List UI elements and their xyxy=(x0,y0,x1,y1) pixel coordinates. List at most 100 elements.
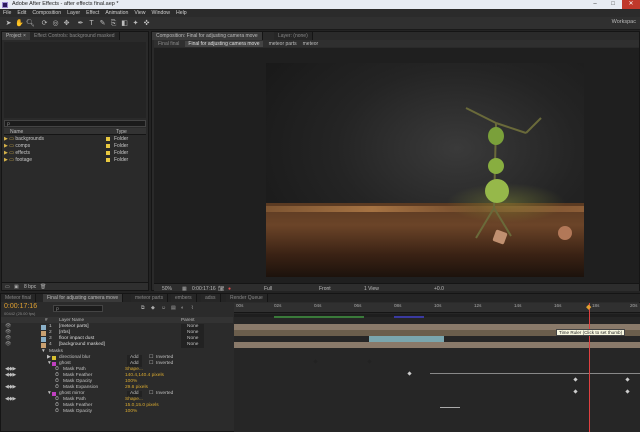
project-item-name: footage xyxy=(15,157,33,163)
exposure-value[interactable]: +0.0 xyxy=(434,286,444,292)
tab-composition[interactable]: Composition: Final for adjusting camera … xyxy=(152,32,263,40)
zoom-tool-icon[interactable]: 🔍︎ xyxy=(26,19,35,28)
timeline-timecode[interactable]: 0:00:17:16 xyxy=(4,303,37,310)
layer-bar[interactable] xyxy=(234,342,640,348)
new-comp-icon[interactable]: ▣ xyxy=(14,284,19,290)
timeline-graph-area[interactable]: 00s 02s 04s 06s 08s 10s 12s 14s 16s 18s … xyxy=(234,303,640,432)
color-channel-icon[interactable]: ● xyxy=(228,286,231,292)
workspace-selector[interactable]: Workspac xyxy=(612,19,636,25)
menu-edit[interactable]: Edit xyxy=(17,10,26,16)
timeline-search-input[interactable]: ρ xyxy=(53,305,103,312)
tab-project[interactable]: Project × xyxy=(2,32,31,40)
maximize-button[interactable]: □ xyxy=(604,0,622,9)
playhead-handle-icon[interactable]: ◆ xyxy=(586,303,591,311)
zoom-dropdown[interactable]: 50% xyxy=(162,286,172,292)
tab-meteor-final[interactable]: Meteor final xyxy=(1,294,37,302)
composition-panel: Composition: Final for adjusting camera … xyxy=(151,31,640,292)
label-color[interactable] xyxy=(41,330,46,336)
tab-effect-controls[interactable]: Effect Controls: background masked xyxy=(30,32,120,40)
tab-layer[interactable]: Layer: (none) xyxy=(274,32,313,40)
minimize-button[interactable]: – xyxy=(586,0,604,9)
draft-3d-icon[interactable]: ◆ xyxy=(151,305,155,311)
visibility-icon[interactable]: 👁︎ xyxy=(5,342,11,348)
layer-row[interactable]: 👁︎ 4 [background masked] None xyxy=(1,342,233,348)
frame-icon[interactable]: ▦ xyxy=(182,286,187,292)
breadcrumb-item[interactable]: Final for adjusting camera move xyxy=(185,40,263,47)
composition-viewer[interactable] xyxy=(154,48,639,283)
parent-dropdown[interactable]: None xyxy=(181,342,205,348)
project-item[interactable]: ▶ ▭ footage Folder xyxy=(4,157,146,163)
pan-behind-tool-icon[interactable]: ✥ xyxy=(62,19,71,28)
keyframe[interactable] xyxy=(625,389,630,394)
column-parent[interactable]: Parent xyxy=(181,317,195,323)
mask-color[interactable] xyxy=(52,356,56,360)
tab-final-for-adjusting[interactable]: Final for adjusting camera move xyxy=(43,294,124,302)
layer-name[interactable]: [background masked] xyxy=(59,342,105,348)
ruler-tick: 10s xyxy=(434,303,442,308)
resolution-dropdown[interactable]: Full xyxy=(264,286,272,292)
menu-composition[interactable]: Composition xyxy=(32,10,61,16)
project-item[interactable]: ▶ ▭ backgrounds Folder xyxy=(4,136,146,142)
close-button[interactable]: ✕ xyxy=(622,0,640,9)
puppet-tool-icon[interactable]: ✜ xyxy=(142,19,151,28)
selection-tool-icon[interactable]: ➤ xyxy=(4,19,13,28)
pen-tool-icon[interactable]: ✒ xyxy=(76,19,85,28)
column-name[interactable]: Name xyxy=(10,129,23,135)
breadcrumb-item[interactable]: Final final xyxy=(158,41,179,47)
playhead[interactable] xyxy=(589,303,590,432)
snapshot-icon[interactable]: 📷︎ xyxy=(218,286,224,292)
label-color[interactable] xyxy=(41,324,46,330)
mask-color[interactable] xyxy=(52,362,56,366)
label-color[interactable] xyxy=(41,342,46,348)
project-item-type: Folder xyxy=(114,157,129,163)
menu-file[interactable]: File xyxy=(3,10,11,16)
keyframe[interactable] xyxy=(573,377,578,382)
keyframe[interactable] xyxy=(573,389,578,394)
mask-color[interactable] xyxy=(52,392,56,396)
menu-layer[interactable]: Layer xyxy=(67,10,80,16)
hand-tool-icon[interactable]: ✋ xyxy=(15,19,24,28)
bpc-indicator[interactable]: 8 bpc xyxy=(24,284,36,290)
views-layout-dropdown[interactable]: 1 View xyxy=(364,286,379,292)
tab-adss[interactable]: adss xyxy=(201,294,221,302)
brush-tool-icon[interactable]: ✎ xyxy=(98,19,107,28)
column-type[interactable]: Type xyxy=(116,129,127,135)
mask-property[interactable]: ⏱ Mask Opacity 100% xyxy=(1,409,233,415)
current-time[interactable]: 0:00:17:16 xyxy=(192,286,216,292)
eraser-tool-icon[interactable]: ◧ xyxy=(120,19,129,28)
property-value[interactable]: 100% xyxy=(125,409,137,415)
keyframe[interactable] xyxy=(625,377,630,382)
project-item[interactable]: ▶ ▭ effects Folder xyxy=(4,150,146,156)
comp-mini-flowchart-icon[interactable]: ⧉ xyxy=(141,305,145,311)
menu-help[interactable]: Help xyxy=(176,10,187,16)
menu-animation[interactable]: Animation xyxy=(105,10,128,16)
breadcrumb-item[interactable]: meteor parts xyxy=(269,41,297,47)
menu-view[interactable]: View xyxy=(134,10,145,16)
graph-editor-icon[interactable]: ⌇ xyxy=(191,305,193,311)
tab-meteor-parts[interactable]: meteor parts xyxy=(131,294,169,302)
menu-effect[interactable]: Effect xyxy=(86,10,99,16)
menu-window[interactable]: Window xyxy=(152,10,170,16)
roto-tool-icon[interactable]: ✦ xyxy=(131,19,140,28)
new-folder-icon[interactable]: ▭ xyxy=(5,284,10,290)
tab-embers[interactable]: embers xyxy=(171,294,197,302)
label-color[interactable] xyxy=(41,336,46,342)
column-layer-name[interactable]: Layer Name xyxy=(59,317,84,323)
project-search-input[interactable]: ρ xyxy=(4,120,146,127)
keyframe[interactable] xyxy=(367,359,372,364)
motion-blur-icon[interactable]: ◐ xyxy=(181,305,184,311)
shy-icon[interactable]: ☺ xyxy=(161,305,166,311)
tab-render-queue[interactable]: Render Queue xyxy=(226,294,268,302)
view-dropdown[interactable]: Front xyxy=(319,286,331,292)
camera-tool-icon[interactable]: ◎ xyxy=(51,19,60,28)
frame-blending-icon[interactable]: ▤ xyxy=(171,305,176,311)
time-ruler[interactable]: 00s 02s 04s 06s 08s 10s 12s 14s 16s 18s … xyxy=(234,303,640,313)
trash-icon[interactable]: 🗑︎ xyxy=(40,284,46,290)
breadcrumb-item[interactable]: meteor xyxy=(303,41,319,47)
rotate-tool-icon[interactable]: ⟳ xyxy=(40,19,49,28)
type-tool-icon[interactable]: T xyxy=(87,19,96,28)
keyframe[interactable] xyxy=(407,371,412,376)
project-item[interactable]: ▶ ▭ comps Folder xyxy=(4,143,146,149)
keyframe[interactable] xyxy=(313,359,318,364)
clone-tool-icon[interactable]: ⎘ xyxy=(109,19,118,28)
